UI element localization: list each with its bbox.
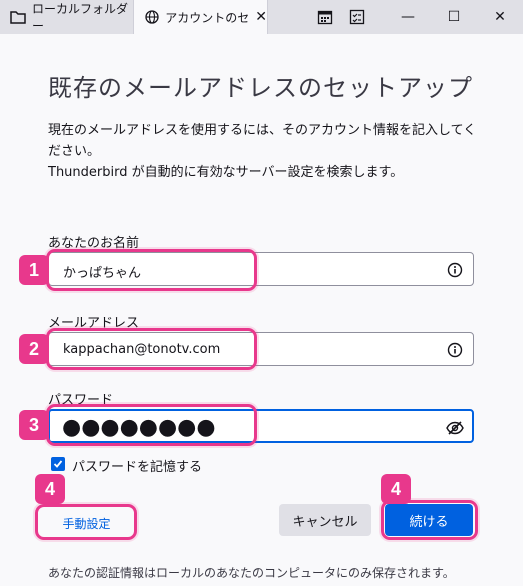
remember-password-checkbox[interactable] xyxy=(51,457,65,471)
tab-local-folders[interactable]: ローカルフォルダー xyxy=(0,0,133,34)
maximize-button[interactable]: ☐ xyxy=(431,0,477,34)
close-tab-icon[interactable]: ✕ xyxy=(255,9,267,25)
highlight-box xyxy=(46,249,257,291)
description-line: Thunderbird が自動的に有効なサーバー設定を検索します。 xyxy=(48,165,404,180)
step-badge: 4 xyxy=(381,474,411,504)
description: 現在のメールアドレスを使用するには、そのアカウント情報を記入してください。 Th… xyxy=(48,120,488,183)
step-badge: 1 xyxy=(19,255,49,285)
step-badge: 2 xyxy=(19,334,49,364)
calendar-icon[interactable] xyxy=(317,9,333,25)
highlight-box xyxy=(381,500,478,540)
tab-label: アカウントのセットアップ xyxy=(165,10,251,25)
globe-icon xyxy=(144,9,159,25)
info-icon[interactable] xyxy=(447,342,463,358)
info-icon[interactable] xyxy=(447,262,463,278)
minimize-button[interactable]: — xyxy=(385,0,431,34)
remember-password-label: パスワードを記憶する xyxy=(72,460,203,475)
page-title: 既存のメールアドレスのセットアップ xyxy=(48,74,473,102)
highlight-box xyxy=(46,404,257,446)
highlight-box xyxy=(35,504,137,540)
step-badge: 4 xyxy=(35,474,65,504)
highlight-box xyxy=(46,328,257,370)
step-badge: 3 xyxy=(19,410,49,440)
eye-slash-icon[interactable] xyxy=(446,420,464,436)
footer-note: あなたの認証情報はローカルのあなたのコンピュータにのみ保存されます。 xyxy=(48,566,455,580)
tab-account-setup[interactable]: アカウントのセットアップ ✕ xyxy=(133,0,268,34)
cancel-button[interactable]: キャンセル xyxy=(279,504,371,536)
close-window-button[interactable]: ✕ xyxy=(477,0,523,34)
description-line: 現在のメールアドレスを使用するには、そのアカウント情報を記入してください。 xyxy=(48,123,477,159)
tab-label: ローカルフォルダー xyxy=(32,2,129,33)
tasks-icon[interactable] xyxy=(349,9,365,25)
checkmark-icon xyxy=(53,460,63,468)
title-bar: ローカルフォルダー アカウントのセットアップ ✕ — ☐ ✕ xyxy=(0,0,523,34)
folder-icon xyxy=(10,9,26,25)
